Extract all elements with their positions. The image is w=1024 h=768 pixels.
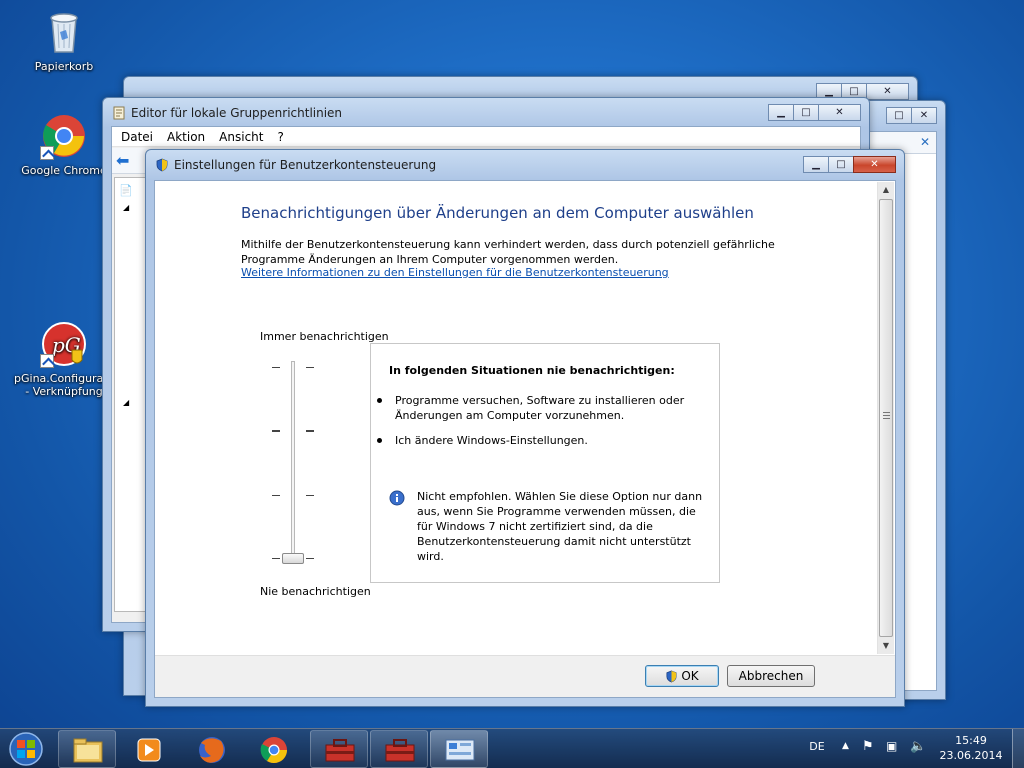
- chrome-icon: [260, 737, 288, 764]
- more-info-link[interactable]: Weitere Informationen zu den Einstellung…: [241, 266, 669, 279]
- slider-tick: [272, 430, 280, 432]
- taskbar-firefox[interactable]: [182, 730, 240, 768]
- desktop-icon-google-chrome[interactable]: Google Chrome: [16, 112, 112, 177]
- ok-button[interactable]: OK: [645, 665, 719, 687]
- info-bullet-text: Ich ändere Windows-Einstellungen.: [395, 434, 588, 447]
- minimize-button[interactable]: ▁: [768, 104, 794, 121]
- toolbox-icon: [325, 739, 355, 762]
- clock-time[interactable]: 15:49: [936, 734, 1006, 747]
- dialog-content: Benachrichtigungen über Änderungen an de…: [154, 180, 896, 698]
- show-hidden-icons-icon[interactable]: ▲: [842, 741, 849, 751]
- minimize-button[interactable]: ▁: [803, 156, 829, 173]
- menu-help[interactable]: ?: [277, 130, 283, 144]
- close-button[interactable]: ✕: [866, 83, 909, 100]
- vertical-scrollbar[interactable]: ▲ ▼: [877, 182, 894, 654]
- folder-icon: [73, 738, 103, 763]
- taskbar-explorer[interactable]: [58, 730, 116, 768]
- shortcut-arrow-icon: [40, 146, 54, 160]
- ok-label: OK: [681, 669, 699, 683]
- tree-expand-icon[interactable]: ◢: [123, 203, 129, 212]
- slider-tick: [272, 495, 280, 496]
- desktop-icon-label: Google Chrome: [21, 164, 107, 177]
- cancel-label: Abbrechen: [738, 669, 804, 683]
- control-panel-icon: [445, 739, 475, 761]
- taskbar-media-player[interactable]: [120, 730, 178, 768]
- bullet-icon: [377, 398, 382, 403]
- start-button[interactable]: [4, 731, 48, 767]
- grip-icon: [883, 412, 890, 413]
- info-bullet: Programme versuchen, Software zu install…: [377, 393, 685, 423]
- desktop-icon-recycle-bin[interactable]: Papierkorb: [16, 8, 112, 73]
- scroll-down-icon[interactable]: ▼: [878, 638, 894, 654]
- slider-bottom-label: Nie benachrichtigen: [260, 585, 371, 598]
- close-button[interactable]: ✕: [853, 156, 896, 173]
- slider-thumb[interactable]: [282, 553, 304, 564]
- uac-settings-dialog[interactable]: Einstellungen für Benutzerkontensteuerun…: [145, 149, 905, 707]
- slider-tick: [272, 558, 280, 559]
- maximize-button[interactable]: □: [886, 107, 912, 124]
- slider-tick: [306, 430, 314, 432]
- uac-shield-icon: [666, 670, 677, 682]
- menu-ansicht[interactable]: Ansicht: [219, 130, 263, 144]
- info-box-title: In folgenden Situationen nie benachricht…: [389, 364, 675, 377]
- taskbar-gpedit-2[interactable]: [370, 730, 428, 768]
- network-icon[interactable]: ▣: [886, 739, 897, 753]
- slider-tick: [306, 558, 314, 559]
- desktop-icon-label: Papierkorb: [34, 60, 94, 73]
- toolbox-icon: [385, 739, 415, 762]
- slider-tick: [306, 367, 314, 368]
- pgina-icon: pG: [40, 320, 88, 368]
- maximize-button[interactable]: □: [828, 156, 854, 173]
- slider-top-label: Immer benachrichtigen: [260, 330, 389, 343]
- scroll-up-icon[interactable]: ▲: [878, 182, 894, 198]
- language-indicator[interactable]: DE: [806, 740, 828, 753]
- chrome-icon: [40, 112, 88, 160]
- menu-bar: Datei Aktion Ansicht ?: [112, 127, 860, 147]
- clock-date[interactable]: 23.06.2014: [936, 749, 1006, 762]
- menu-aktion[interactable]: Aktion: [167, 130, 205, 144]
- info-box: In folgenden Situationen nie benachricht…: [370, 343, 720, 583]
- bullet-icon: [377, 438, 382, 443]
- policy-scroll-icon: [112, 106, 126, 120]
- taskbar: DE ▲ ⚑ ▣ 🔈 15:49 23.06.2014: [0, 728, 1024, 768]
- info-note: Nicht empfohlen. Wählen Sie diese Option…: [417, 490, 703, 563]
- info-bullet-text: Programme versuchen, Software zu install…: [395, 394, 685, 422]
- show-desktop-button[interactable]: [1012, 729, 1024, 768]
- maximize-button[interactable]: □: [793, 104, 819, 121]
- slider-track[interactable]: [291, 361, 295, 563]
- desktop-icon-pgina[interactable]: pG pGina.Configuratio... - Verknüpfung: [14, 320, 128, 398]
- volume-icon[interactable]: 🔈: [910, 739, 926, 754]
- close-button[interactable]: ✕: [818, 104, 861, 121]
- caption-buttons: ▁ □ ✕: [768, 104, 861, 121]
- tree-expand-icon[interactable]: ◢: [123, 398, 129, 407]
- close-icon[interactable]: ✕: [920, 135, 930, 149]
- recycle-bin-icon: [40, 8, 88, 56]
- caption-buttons: □ ✕: [886, 107, 937, 124]
- media-player-icon: [137, 738, 161, 762]
- cancel-button[interactable]: Abbrechen: [727, 665, 815, 687]
- slider-tick: [272, 367, 280, 368]
- window-title: Editor für lokale Gruppenrichtlinien: [131, 106, 343, 120]
- menu-datei[interactable]: Datei: [121, 130, 153, 144]
- action-center-flag-icon[interactable]: ⚑: [862, 739, 874, 754]
- caption-buttons: ▁ □ ✕: [803, 156, 896, 173]
- info-bullet: Ich ändere Windows-Einstellungen.: [377, 433, 685, 448]
- dialog-description: Mithilfe der Benutzerkontensteuerung kan…: [241, 238, 775, 266]
- back-arrow-icon[interactable]: ⬅: [116, 151, 129, 170]
- slider-tick: [306, 495, 314, 496]
- uac-shield-icon: [155, 158, 169, 172]
- shortcut-arrow-icon: [40, 354, 54, 368]
- dialog-heading: Benachrichtigungen über Änderungen an de…: [241, 204, 754, 222]
- dialog-footer: OK Abbrechen: [155, 655, 895, 697]
- taskbar-chrome[interactable]: [244, 730, 302, 768]
- tree-root-icon[interactable]: 📄: [119, 184, 133, 197]
- dialog-title: Einstellungen für Benutzerkontensteuerun…: [174, 158, 437, 172]
- scroll-thumb[interactable]: [879, 199, 893, 637]
- info-icon: [389, 490, 405, 506]
- close-button[interactable]: ✕: [911, 107, 937, 124]
- firefox-icon: [199, 737, 225, 763]
- taskbar-gpedit[interactable]: [310, 730, 368, 768]
- taskbar-uac-settings[interactable]: [430, 730, 488, 768]
